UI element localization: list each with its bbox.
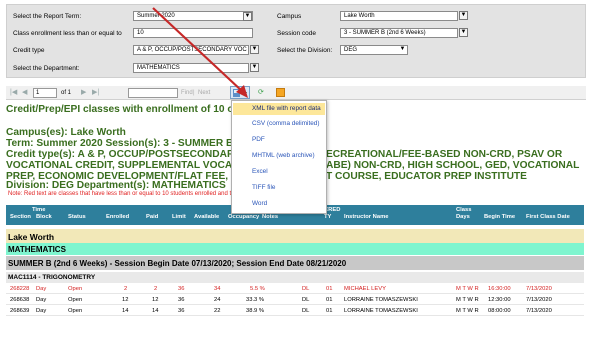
credit-type-line-3b: T COURSE, EDUCATOR PREP INSTITUTE (326, 171, 527, 182)
export-xml-item[interactable]: XML file with report data (233, 103, 325, 115)
table-row: 268639 Day Open 14 14 36 22 38.9 % DL 01… (6, 306, 584, 316)
cell-ty: 01 (326, 286, 333, 292)
campus-group-band: Lake Worth (6, 229, 584, 243)
cell-limit: 36 (178, 308, 185, 314)
export-mhtml-item[interactable]: MHTML (web archive) (233, 150, 325, 162)
col-header-status: Status (68, 214, 86, 220)
cell-instructor: LORRAINE TOMASZEWSKI (344, 308, 418, 314)
cell-begin-time: 16:30:00 (488, 286, 511, 292)
cell-paid: 14 (152, 308, 159, 314)
export-word-item[interactable]: Word (233, 198, 325, 210)
cell-dl: DL (302, 286, 310, 292)
term-line: Term: Summer 2020 Session(s): 3 - SUMMER… (6, 138, 246, 149)
cell-block: Day (36, 308, 47, 314)
export-menu: XML file with report data CSV (comma del… (231, 100, 327, 214)
cell-status: Open (68, 286, 83, 292)
cell-dl: DL (302, 297, 310, 303)
export-tiff-item[interactable]: TIFF file (233, 182, 325, 194)
cell-first-class-date: 7/13/2020 (526, 297, 552, 303)
cell-occupancy: 38.9 % (246, 308, 265, 314)
col-header-first-class-date: First Class Date (526, 214, 570, 220)
campus-line: Campus(es): Lake Worth (6, 127, 126, 138)
department-group-band: MATHEMATICS (6, 243, 584, 255)
col-header-enrolled: Enrolled (106, 214, 130, 220)
cell-status: Open (68, 297, 83, 303)
col-header-instructor: Instructor Name (344, 214, 389, 220)
cell-paid: 12 (152, 297, 159, 303)
col-header-occupancy: Occupancy (228, 214, 260, 220)
cell-ty: 01 (326, 297, 333, 303)
cell-dl: DL (302, 308, 310, 314)
cell-days: M T W R (456, 286, 479, 292)
cell-begin-time: 12:30:00 (488, 297, 511, 303)
cell-occupancy: 5.5 % (250, 286, 265, 292)
cell-instructor: MICHAEL LEVY (344, 286, 386, 292)
cell-limit: 36 (178, 297, 185, 303)
division-line: Division: DEG Department(s): MATHEMATICS (6, 180, 226, 191)
cell-first-class-date: 7/13/2020 (526, 308, 552, 314)
cell-enrolled: 12 (122, 297, 129, 303)
session-group-band: SUMMER B (2nd 6 Weeks) - Session Begin D… (6, 256, 584, 270)
col-header-class: Class (456, 207, 472, 213)
credit-type-line-1b: ECREATIONAL/FEE-BASED NON-CRD, PSAV OR (326, 149, 563, 160)
col-header-limit: Limit (172, 214, 186, 220)
table-row: 268228 Day Open 2 2 36 34 5.5 % DL 01 MI… (6, 284, 584, 294)
col-header-begin-time: Begin Time (484, 214, 516, 220)
cell-paid: 2 (154, 286, 158, 292)
credit-type-line-2b: ABE) NON-CRD, HIGH SCHOOL, GED, VOCATION… (326, 160, 580, 171)
cell-ty: 01 (326, 308, 333, 314)
cell-block: Day (36, 286, 47, 292)
credit-type-line-1: Credit type(s): A & P, OCCUP/POSTSECONDA… (6, 149, 251, 160)
export-excel-item[interactable]: Excel (233, 166, 325, 178)
cell-block: Day (36, 297, 47, 303)
cell-available: 34 (214, 286, 221, 292)
col-header-days: Days (456, 214, 470, 220)
cell-begin-time: 08:00:00 (488, 308, 511, 314)
cell-days: M T W R (456, 308, 479, 314)
export-csv-item[interactable]: CSV (comma delimited) (233, 118, 325, 130)
col-header-notes: Notes (262, 214, 279, 220)
export-pdf-item[interactable]: PDF (233, 134, 325, 146)
cell-section: 268228 (10, 286, 30, 292)
col-header-time: Time (32, 207, 46, 213)
cell-enrolled: 2 (124, 286, 128, 292)
report-title: Credit/Prep/EPI classes with enrollment … (6, 104, 255, 115)
cell-enrolled: 14 (122, 308, 129, 314)
cell-section: 268638 (10, 297, 30, 303)
cell-available: 24 (214, 297, 221, 303)
cell-occupancy: 33.3 % (246, 297, 265, 303)
cell-limit: 36 (178, 286, 185, 292)
course-group-band: MAC1114 - TRIGONOMETRY (6, 272, 584, 283)
col-header-block: Block (36, 214, 52, 220)
cell-first-class-date: 7/13/2020 (526, 286, 552, 292)
col-header-ty: TY (324, 214, 332, 220)
cell-available: 22 (214, 308, 221, 314)
cell-instructor: LORRAINE TOMASZEWSKI (344, 297, 418, 303)
col-header-section: Section (10, 214, 31, 220)
col-header-paid: Paid (146, 214, 159, 220)
col-header-available: Available (194, 214, 220, 220)
cell-days: M T W R (456, 297, 479, 303)
table-row: 268638 Day Open 12 12 36 24 33.3 % DL 01… (6, 295, 584, 305)
cell-section: 268639 (10, 308, 30, 314)
cell-status: Open (68, 308, 83, 314)
credit-type-line-2: VOCATIONAL CREDIT, SUPPLEMENTAL VOCATION (6, 160, 256, 171)
